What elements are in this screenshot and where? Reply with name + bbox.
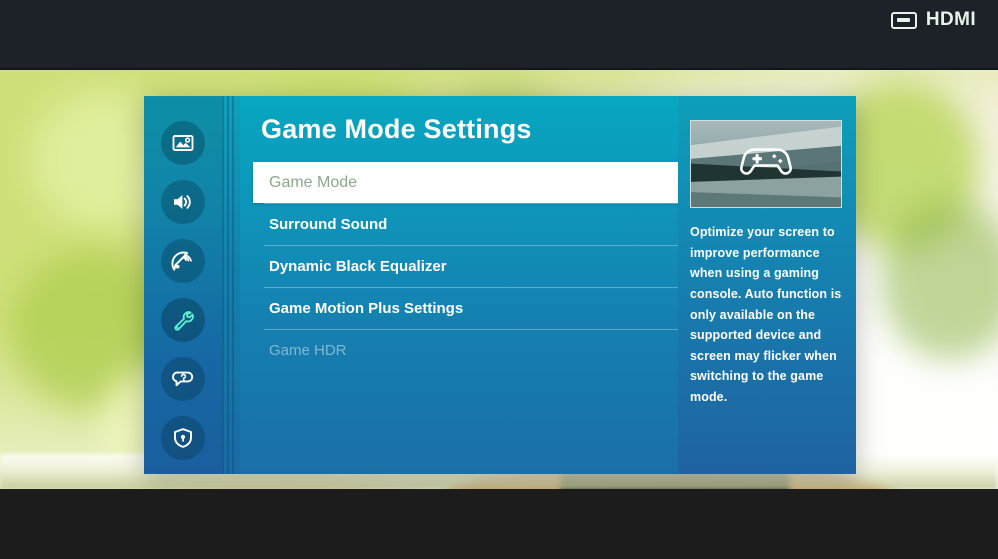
- hdmi-port-icon: [890, 11, 917, 29]
- info-panel: Optimize your screen to improve performa…: [678, 96, 856, 474]
- sidebar-divider: [222, 96, 240, 474]
- setting-label: Dynamic Black Equalizer: [269, 257, 447, 275]
- tv-screen: HDMI Game Mode Settings Game Mode Surrou…: [0, 0, 998, 559]
- hdmi-source-label: HDMI: [925, 9, 976, 30]
- sidebar-item-broadcast[interactable]: [144, 231, 222, 290]
- settings-sidebar: [144, 96, 222, 474]
- picture-icon: [161, 120, 205, 165]
- info-description: Optimize your screen to improve performa…: [690, 225, 842, 404]
- hdmi-source-badge: HDMI: [890, 9, 976, 31]
- satellite-dish-icon: [161, 238, 205, 283]
- sidebar-item-support[interactable]: [144, 349, 222, 408]
- shield-lock-icon: [161, 415, 205, 460]
- question-bubble-icon: [161, 356, 205, 401]
- letterbox-top: [0, 0, 998, 70]
- sidebar-item-sound[interactable]: [144, 172, 222, 231]
- sidebar-item-picture[interactable]: [144, 113, 222, 172]
- wrench-icon: [161, 297, 205, 342]
- sidebar-item-general[interactable]: [144, 290, 222, 349]
- sidebar-item-privacy[interactable]: [144, 408, 222, 467]
- gamepad-icon: [736, 140, 796, 187]
- game-mode-thumbnail: [690, 120, 842, 208]
- speaker-icon: [161, 179, 205, 224]
- letterbox-bottom: [0, 489, 998, 559]
